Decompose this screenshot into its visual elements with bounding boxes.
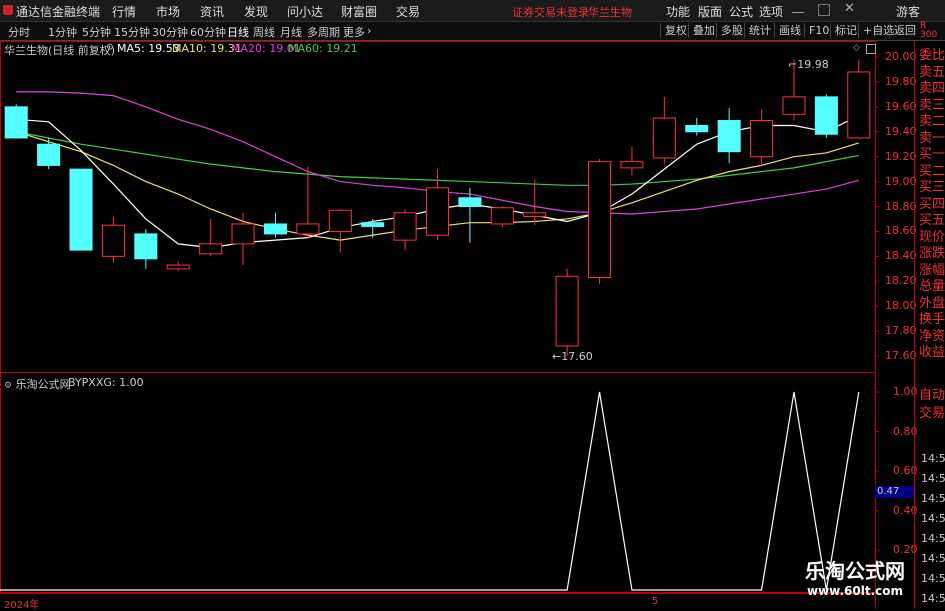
ma60-label: MA60: 19.21 [288,42,358,55]
bypxxg-line [0,391,860,591]
candle-body-up [328,209,352,232]
candle-body-up [296,223,320,235]
candle-body-down [69,168,93,251]
price-axis-label: 19.60 [885,99,917,113]
side-time: 14:56 [921,572,945,585]
high-mark-value: 19.98 [797,58,829,71]
indicator-settings-icon[interactable]: ⚙ [4,381,12,391]
price-axis-label: 18.20 [885,274,917,288]
kline-chart[interactable] [0,0,945,609]
candle-body-up [523,212,547,217]
price-axis-label: 18.60 [885,224,917,238]
candle-body-up [750,120,774,158]
candle-body-up [555,275,579,347]
watermark-title: 乐淘公式网 [805,559,905,583]
chart-border [0,41,876,593]
side-time: 14:56 [921,452,945,465]
indicator-line [0,391,860,591]
side-item[interactable]: 自动 [919,384,945,403]
low-mark: ←17.60 [552,350,593,363]
low-mark-value: 17.60 [561,350,593,363]
candle-body-down [4,106,28,139]
side-time: 14:56 [921,532,945,545]
candle-body-up [231,223,255,245]
candle-body-down [717,120,741,153]
candle-body-up [782,96,806,115]
side-panel: 委比 卖五 卖四 卖三 卖二 卖一 买一 买二 买三 买四 买五 现价 涨跌 涨幅 总量 外盘 换手 净资 收益 自动… [914,41,945,609]
side-time: 14:56 [921,492,945,505]
indicator-value: BYPXXG: 1.00 [68,376,144,389]
candle-body-down [814,96,838,135]
price-axis-label: 19.20 [885,149,917,163]
candle-body-up [425,187,450,236]
candle-body-up [847,71,871,139]
side-time: 14:56 [921,472,945,485]
x-axis-month: 5 [652,596,659,607]
price-axis-label: 18.80 [885,199,917,213]
indicator-title-text: 乐淘公式网 [15,378,71,391]
price-axis-label: 19.40 [885,124,917,138]
diamond-icon[interactable]: ◇ [853,43,860,53]
candle-body-up [652,117,676,159]
candle-body-down [361,222,385,227]
price-axis-label: 19.80 [885,74,917,88]
price-axis-label: 18.00 [885,299,917,313]
side-item[interactable]: 收益 [919,341,945,360]
price-pane-title: 华兰生物(日线 前复权) [4,44,116,57]
candle-body-down [685,125,709,133]
indicator-title: ⚙ 乐淘公式网 [4,376,71,392]
watermark: 乐淘公式网 www.60lt.com [790,555,920,598]
ma5-label: MA5: 19.53 [117,42,180,55]
cursor-value-badge: 0.47 [875,486,915,498]
candle-body-up [166,264,190,270]
side-item[interactable]: 交易 [919,402,945,421]
price-axis-label: 17.80 [885,324,917,338]
high-mark: ⌐19.98 [788,58,829,71]
chart-frame [0,41,879,609]
candle-body-down [458,197,482,207]
price-axis-label: 17.60 [885,349,917,362]
candle-body-up [101,224,125,257]
watermark-url: www.60lt.com [806,584,904,598]
candle-body-down [37,143,61,166]
candle-body-up [588,161,612,279]
side-time: 14:56 [921,512,945,525]
price-axis-label: 19.00 [885,174,917,188]
expand-icon[interactable] [866,44,876,54]
price-axis-label: 18.40 [885,249,917,263]
candle-body-down [263,223,287,235]
side-time: 14:56 [921,592,945,605]
side-time: 14:56 [921,552,945,565]
candle-body-down [134,233,158,260]
settings-gear-icon[interactable]: ⚙ [106,43,114,53]
candle-body-up [199,243,223,255]
candle-body-up [620,161,644,169]
candle-body-up [393,212,417,241]
candle-body-up [490,207,514,225]
price-axis-label: 20.00 [885,50,917,63]
